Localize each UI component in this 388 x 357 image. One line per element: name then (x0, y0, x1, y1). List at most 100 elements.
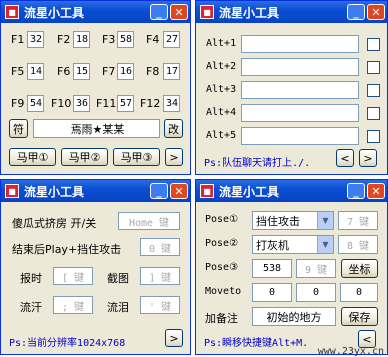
alt-4-input[interactable] (241, 104, 359, 122)
minimize-button[interactable]: _ (347, 183, 365, 199)
alt-label: Alt+4 (206, 107, 237, 118)
majia-2-button[interactable]: 马甲② (61, 148, 108, 166)
title-bar[interactable]: ■ 流星小工具 _ ✕ (196, 180, 387, 202)
alt-1-input[interactable] (241, 35, 359, 53)
fkey-input[interactable]: 34 (163, 95, 180, 112)
app-icon: ■ (200, 5, 214, 19)
moveto-z-input[interactable]: 0 (340, 283, 378, 302)
liulei-key[interactable]: ' 键 (140, 296, 180, 314)
alt-label: Alt+2 (206, 61, 237, 72)
alt-3-checkbox[interactable] (367, 84, 380, 97)
fkey-input[interactable]: 58 (117, 31, 134, 48)
play-block-label: 结束后Play+挡住攻击 (12, 243, 122, 256)
note-input[interactable]: 初始的地方 (252, 307, 336, 326)
window-title: 流星小工具 (24, 184, 85, 199)
minimize-button[interactable]: _ (347, 4, 365, 20)
jietu-label: 截图 (107, 272, 129, 285)
close-button[interactable]: ✕ (367, 4, 385, 20)
fkey-input[interactable]: 17 (163, 63, 180, 80)
pose-1-key[interactable]: 7 键 (338, 211, 378, 230)
fkey-label: F5 (11, 65, 25, 78)
title-bar[interactable]: ■ 流星小工具 _ ✕ (196, 1, 387, 23)
liulei-label: 流泪 (107, 301, 129, 314)
moveto-label: Moveto (205, 286, 242, 297)
next-page-button[interactable]: > (165, 329, 183, 347)
pose-2-select[interactable]: 打灰机 ▼ (252, 235, 334, 254)
fkey-input[interactable]: 57 (117, 95, 134, 112)
alt-5-checkbox[interactable] (367, 130, 380, 143)
fkey-input[interactable]: 54 (27, 95, 44, 112)
moveto-y-input[interactable]: 0 (296, 283, 336, 302)
alt-3-input[interactable] (241, 81, 359, 99)
pose-2-value: 打灰机 (256, 238, 289, 252)
alt-4-checkbox[interactable] (367, 107, 380, 120)
window-title: 流星小工具 (219, 184, 280, 199)
chevron-down-icon[interactable]: ▼ (317, 212, 333, 229)
window-body: Pose① 挡住攻击 ▼ 7 键 Pose② 打灰机 ▼ 8 键 Pose③ 5… (198, 204, 385, 352)
chevron-down-icon[interactable]: ▼ (317, 236, 333, 253)
status-text: Ps:瞬移快捷键Alt+M. (204, 338, 309, 349)
window-body: F1 32 F2 18 F3 58 F4 27 F5 14 F6 15 F7 1… (3, 25, 188, 172)
fu-button[interactable]: 符 (9, 119, 28, 138)
fkey-input[interactable]: 14 (27, 63, 44, 80)
fkey-label: F11 (96, 97, 117, 110)
minimize-button[interactable]: _ (150, 183, 168, 199)
coord-button[interactable]: 坐标 (341, 259, 378, 278)
close-button[interactable]: ✕ (170, 183, 188, 199)
prev-page-button[interactable]: < (336, 149, 354, 167)
baoshi-label: 报时 (20, 272, 42, 285)
pose-3-key[interactable]: 9 键 (296, 259, 336, 278)
majia-1-button[interactable]: 马甲① (9, 148, 56, 166)
fkey-input[interactable]: 27 (163, 31, 180, 48)
fkey-label: F12 (140, 97, 161, 110)
pose-2-key[interactable]: 8 键 (338, 235, 378, 254)
window-alt-chat: ■ 流星小工具 _ ✕ Alt+1 Alt+2 Alt+3 Alt+4 Alt+… (195, 0, 388, 175)
app-icon: ■ (5, 184, 19, 198)
pose-1-value: 挡住攻击 (256, 214, 300, 228)
fkey-label: F10 (51, 97, 72, 110)
pose-1-label: Pose① (205, 214, 239, 225)
majia-3-button[interactable]: 马甲③ (113, 148, 160, 166)
gai-button[interactable]: 改 (164, 119, 183, 138)
pose-3-label: Pose③ (205, 262, 239, 273)
alt-5-input[interactable] (241, 127, 359, 145)
fkey-input[interactable]: 32 (27, 31, 44, 48)
fkey-input[interactable]: 15 (73, 63, 90, 80)
name-input[interactable]: 焉雨★某某 (33, 119, 160, 138)
room-toggle-label: 傻瓜式挤房 开/关 (12, 217, 97, 230)
next-page-button[interactable]: > (165, 148, 183, 166)
minimize-button[interactable]: _ (150, 4, 168, 20)
play-block-key[interactable]: 0 键 (140, 238, 180, 256)
close-button[interactable]: ✕ (367, 183, 385, 199)
title-bar[interactable]: ■ 流星小工具 _ ✕ (1, 1, 190, 23)
liuhan-label: 流汗 (20, 301, 42, 314)
window-title: 流星小工具 (24, 5, 85, 20)
fkey-label: F2 (57, 33, 71, 46)
alt-label: Alt+1 (206, 38, 237, 49)
fkey-label: F6 (57, 65, 71, 78)
fkey-input[interactable]: 36 (73, 95, 90, 112)
baoshi-key[interactable]: [ 键 (53, 267, 93, 285)
app-icon: ■ (200, 184, 214, 198)
alt-2-checkbox[interactable] (367, 61, 380, 74)
save-button[interactable]: 保存 (341, 307, 378, 326)
fkey-input[interactable]: 18 (73, 31, 90, 48)
jietu-key[interactable]: ] 键 (140, 267, 180, 285)
liuhan-key[interactable]: ; 键 (53, 296, 93, 314)
fkey-label: F9 (11, 97, 25, 110)
room-toggle-key[interactable]: Home 键 (118, 212, 180, 230)
fkey-label: F3 (102, 33, 116, 46)
pose-1-select[interactable]: 挡住攻击 ▼ (252, 211, 334, 230)
app-icon: ■ (5, 5, 19, 19)
status-text: Ps:当前分辨率1024x768 (9, 338, 126, 349)
title-bar[interactable]: ■ 流星小工具 _ ✕ (1, 180, 190, 202)
pose-3-input[interactable]: 538 (252, 259, 292, 278)
alt-1-checkbox[interactable] (367, 38, 380, 51)
close-button[interactable]: ✕ (170, 4, 188, 20)
window-fkeys: ■ 流星小工具 _ ✕ F1 32 F2 18 F3 58 F4 27 F5 1… (0, 0, 191, 175)
next-page-button[interactable]: > (359, 149, 377, 167)
fkey-input[interactable]: 16 (117, 63, 134, 80)
watermark-text: www.23yx.cn (317, 346, 384, 357)
alt-2-input[interactable] (241, 58, 359, 76)
moveto-x-input[interactable]: 0 (252, 283, 292, 302)
